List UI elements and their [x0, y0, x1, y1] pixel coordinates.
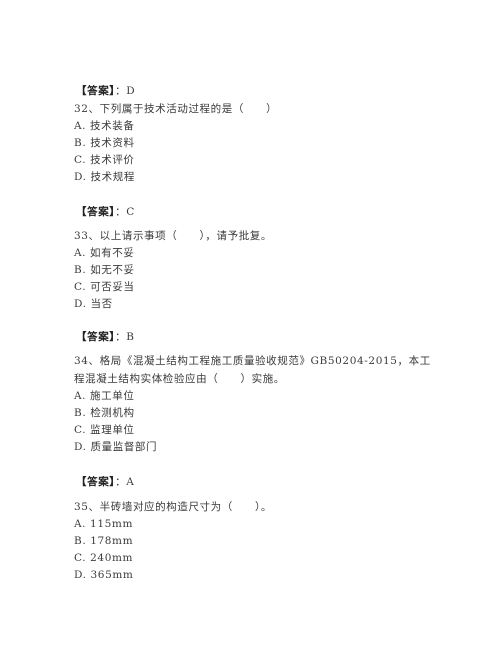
- option-c: C. 监理单位: [74, 424, 135, 436]
- option-c: C. 240mm: [74, 552, 134, 564]
- question-34-line-2: 程混凝土结构实体检验应由（ ）实施。: [74, 373, 285, 385]
- option-c: C. 可否妥当: [74, 281, 135, 293]
- answer-separator: ：: [115, 476, 127, 488]
- answer-value: C: [126, 206, 135, 218]
- question-32: 32、下列属于技术活动过程的是（ ）: [74, 103, 278, 115]
- option-d: D. 当否: [74, 298, 113, 310]
- answer-value: D: [126, 85, 136, 97]
- answer-line: 【答案】：D: [76, 84, 135, 98]
- option-b: B. 检测机构: [74, 407, 135, 419]
- answer-line: 【答案】：B: [76, 330, 135, 344]
- option-b: B. 技术资料: [74, 137, 135, 149]
- answer-label: 【答案】: [76, 476, 116, 488]
- answer-value: A: [126, 476, 135, 488]
- answer-label: 【答案】: [76, 206, 116, 218]
- question-33: 33、以上请示事项（ ），请予批复。: [74, 230, 273, 242]
- answer-separator: ：: [115, 206, 127, 218]
- option-d: D. 365mm: [74, 569, 134, 581]
- option-d: D. 质量监督部门: [74, 441, 158, 453]
- question-35: 35、半砖墙对应的构造尺寸为（ ）。: [74, 501, 273, 513]
- answer-line: 【答案】：C: [76, 205, 135, 219]
- answer-value: B: [126, 331, 135, 343]
- answer-separator: ：: [115, 85, 127, 97]
- answer-separator: ：: [115, 331, 127, 343]
- answer-label: 【答案】: [76, 331, 116, 343]
- option-a: A. 施工单位: [74, 390, 135, 402]
- option-c: C. 技术评价: [74, 154, 135, 166]
- option-a: A. 技术装备: [74, 120, 135, 132]
- option-a: A. 如有不妥: [74, 247, 135, 259]
- option-b: B. 178mm: [74, 535, 134, 547]
- answer-label: 【答案】: [76, 85, 116, 97]
- question-34-line-1: 34、格局《混凝土结构工程施工质量验收规范》GB50204-2015，本工: [74, 355, 431, 367]
- option-b: B. 如无不妥: [74, 264, 135, 276]
- answer-line: 【答案】：A: [76, 475, 134, 489]
- option-d: D. 技术规程: [74, 171, 135, 183]
- option-a: A. 115mm: [74, 518, 134, 530]
